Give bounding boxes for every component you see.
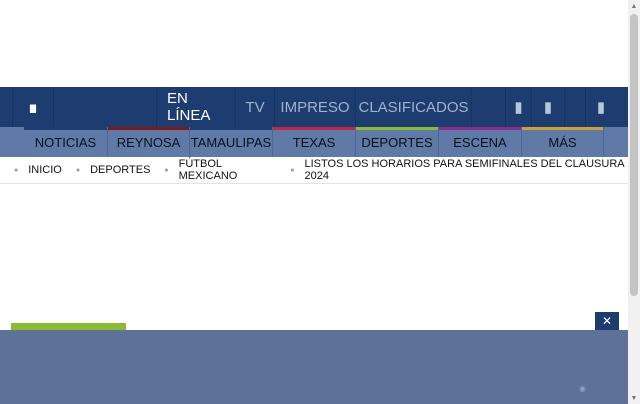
- nav-item-clasificados[interactable]: CLASIFICADOS: [356, 87, 472, 127]
- facebook-icon: ▮: [514, 99, 523, 116]
- close-overlay-button[interactable]: ✕: [595, 312, 619, 330]
- nav-label: CLASIFICADOS: [358, 98, 469, 116]
- search-icon: ▮: [596, 99, 606, 116]
- close-icon: ✕: [601, 314, 613, 328]
- breadcrumb-item-current: LISTOS LOS HORARIOS PARA SEMIFINALES DEL…: [304, 158, 624, 182]
- section-label: MÁS: [548, 134, 577, 150]
- breadcrumb: ● INICIO ● DEPORTES ● FÚTBOL MEXICANO ● …: [0, 157, 628, 184]
- scroll-up-arrow-icon[interactable]: ▲: [628, 0, 640, 12]
- twitter-link[interactable]: ▮: [532, 87, 565, 127]
- section-color-bar: [108, 127, 189, 130]
- breadcrumb-separator: ●: [290, 166, 295, 174]
- section-label: TEXAS: [292, 134, 336, 150]
- section-texas[interactable]: TEXAS: [273, 127, 356, 157]
- nav-item-impreso[interactable]: IMPRESO: [275, 87, 356, 127]
- section-label: TAMAULIPAS: [190, 134, 272, 150]
- section-reynosa[interactable]: REYNOSA: [108, 127, 190, 157]
- facebook-link[interactable]: ▮: [506, 87, 532, 127]
- search-button[interactable]: ▮: [586, 87, 616, 127]
- section-label: NOTICIAS: [34, 134, 97, 150]
- twitter-icon: ▮: [543, 99, 553, 116]
- section-tamaulipas[interactable]: TAMAULIPAS: [190, 127, 273, 157]
- nav-label: EN LÍNEA: [167, 90, 211, 124]
- nav-label: IMPRESO: [280, 98, 350, 116]
- section-color-bar: [190, 127, 272, 130]
- section-label: ESCENA: [453, 134, 507, 150]
- user-button[interactable]: [565, 87, 586, 127]
- nav-edge: [0, 87, 13, 127]
- section-color-bar: [24, 127, 107, 130]
- nav-label: TV: [245, 98, 265, 116]
- section-color-bar: [356, 127, 438, 130]
- section-navigation: NOTICIAS REYNOSA TAMAULIPAS TEXAS DEPORT…: [0, 127, 628, 157]
- ad-provider-logo: ◉: [579, 384, 586, 393]
- section-deportes[interactable]: DEPORTES: [356, 127, 439, 157]
- scrollbar-thumb[interactable]: [630, 14, 638, 296]
- section-mas[interactable]: MÁS: [522, 127, 604, 157]
- section-noticias[interactable]: NOTICIAS: [24, 127, 108, 157]
- section-color-bar: [273, 127, 355, 130]
- section-label: DEPORTES: [361, 134, 433, 150]
- nav-spacer: [54, 87, 157, 127]
- nav-item-tv[interactable]: TV: [236, 87, 275, 127]
- menu-button[interactable]: ∎: [13, 87, 54, 127]
- top-navigation: ∎ EN LÍNEA TV IMPRESO CLASIFICADOS ▮ ▮ ▮: [0, 87, 628, 127]
- nav-item-en-linea[interactable]: EN LÍNEA: [157, 87, 236, 127]
- menu-icon: ∎: [27, 96, 39, 117]
- breadcrumb-item-deportes[interactable]: DEPORTES: [90, 164, 150, 176]
- scrollbar[interactable]: ▲ ▼: [628, 0, 640, 404]
- ad-overlay: [0, 330, 628, 404]
- breadcrumb-separator: ●: [164, 166, 169, 174]
- breadcrumb-item-futbol-mexicano[interactable]: FÚTBOL MEXICANO: [179, 158, 277, 182]
- section-label: REYNOSA: [116, 134, 181, 150]
- section-escena[interactable]: ESCENA: [439, 127, 522, 157]
- section-color-bar: [522, 127, 603, 130]
- breadcrumb-item-inicio[interactable]: INICIO: [28, 164, 62, 176]
- section-color-bar: [439, 127, 521, 130]
- breadcrumb-separator: ●: [14, 166, 19, 174]
- scroll-down-arrow-icon[interactable]: ▼: [628, 392, 640, 404]
- nav-spacer: [472, 87, 506, 127]
- breadcrumb-separator: ●: [75, 166, 81, 174]
